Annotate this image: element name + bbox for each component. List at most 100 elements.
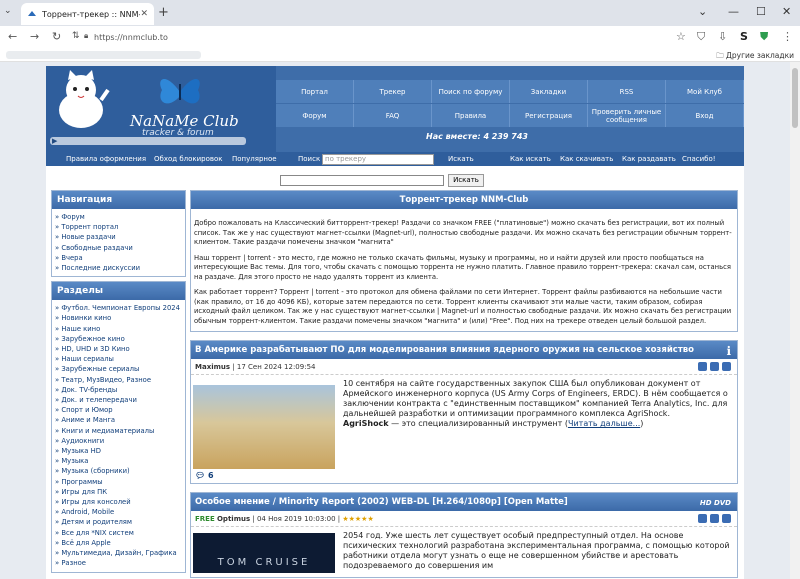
news-title[interactable]: В Америке разрабатывают ПО для моделиров…	[191, 341, 737, 359]
share-icon[interactable]	[698, 362, 707, 371]
section-link[interactable]: » Док. TV-бренды	[55, 385, 183, 395]
lock-icon[interactable]: 🔒︎	[84, 31, 88, 41]
section-link[interactable]: » Спорт и Юмор	[55, 405, 183, 415]
nav-my-club[interactable]: Мой Клуб	[666, 80, 744, 103]
browser-tab[interactable]: Торрент-трекер :: NNM-Club ✕	[21, 3, 154, 25]
nav-rules[interactable]: Правила	[432, 104, 510, 127]
new-tab-icon[interactable]: +	[158, 5, 169, 20]
news-body: 10 сентября на сайте государственных зак…	[191, 375, 737, 483]
shield-icon[interactable]: ⛉	[697, 30, 705, 44]
address-bar[interactable]: ⇅ 🔒︎ https://nnmclub.to	[68, 28, 718, 46]
tab-list-icon[interactable]: ⌄	[4, 6, 12, 16]
bookmarks-items[interactable]	[6, 51, 201, 59]
section-link[interactable]: » Аниме и Манга	[55, 415, 183, 425]
section-link[interactable]: » Аудиокниги	[55, 436, 183, 446]
menu-icon[interactable]: ⋮	[782, 30, 793, 43]
section-link[interactable]: » HD, UHD и 3D Кино	[55, 344, 183, 354]
reload-icon[interactable]: ↻	[52, 30, 61, 43]
section-link[interactable]: » Новинки кино	[55, 313, 183, 323]
close-tab-icon[interactable]: ✕	[140, 9, 148, 19]
news-author[interactable]: Optimus	[217, 515, 250, 523]
site-search-button[interactable]: Искать	[448, 174, 484, 187]
navigation-block: Навигация » Форум » Торрент портал » Нов…	[51, 190, 186, 278]
section-link[interactable]: » Наше кино	[55, 324, 183, 334]
section-link[interactable]: » Игры для ПК	[55, 487, 183, 497]
nav-link[interactable]: » Вчера	[55, 253, 183, 263]
menu-popular[interactable]: Популярное	[232, 155, 277, 163]
extension-shield-icon[interactable]: ⛊	[760, 30, 768, 44]
section-link[interactable]: » Док. и телепередачи	[55, 395, 183, 405]
extension-s-icon[interactable]: S	[740, 30, 748, 43]
nav-login[interactable]: Вход	[666, 104, 744, 127]
section-link[interactable]: » Детям и родителям	[55, 517, 183, 527]
section-link[interactable]: » Программы	[55, 477, 183, 487]
section-link[interactable]: » Игры для консолей	[55, 497, 183, 507]
nav-forum-search[interactable]: Поиск по форуму	[432, 80, 510, 103]
share-icon[interactable]	[722, 362, 731, 371]
section-link[interactable]: » Музыка	[55, 456, 183, 466]
section-link[interactable]: » Мультимедиа, Дизайн, Графика	[55, 548, 183, 558]
section-link[interactable]: » Зарубежное кино	[55, 334, 183, 344]
tracker-search-button[interactable]: Искать	[448, 155, 474, 163]
nav-bookmarks[interactable]: Закладки	[510, 80, 588, 103]
maximize-icon[interactable]: ☐	[756, 5, 766, 18]
site-info-icon[interactable]: ⇅	[72, 31, 80, 41]
nav-link[interactable]: » Торрент портал	[55, 222, 183, 232]
news-author[interactable]: Maximus	[195, 363, 230, 371]
share-icon[interactable]	[710, 514, 719, 523]
nav-portal[interactable]: Портал	[276, 80, 354, 103]
menu-how-to-seed[interactable]: Как раздавать	[622, 155, 676, 163]
logo[interactable]: NaNaMe Club tracker & forum ▶	[46, 66, 276, 152]
share-icon[interactable]	[722, 514, 731, 523]
section-link[interactable]: » Зарубежные сериалы	[55, 364, 183, 374]
menu-how-to-download[interactable]: Как скачивать	[560, 155, 613, 163]
read-more-link[interactable]: Читать дальше...	[568, 419, 640, 428]
nav-link[interactable]: » Последние дискуссии	[55, 263, 183, 273]
section-link[interactable]: » Разное	[55, 558, 183, 568]
close-window-icon[interactable]: ✕	[782, 5, 791, 18]
section-link[interactable]: » Наши сериалы	[55, 354, 183, 364]
nav-check-messages[interactable]: Проверить личные сообщения	[588, 104, 666, 127]
nav-tracker[interactable]: Трекер	[354, 80, 432, 103]
section-link[interactable]: » Книги и медиаматериалы	[55, 426, 183, 436]
play-icon[interactable]: ▶	[52, 137, 57, 145]
section-link[interactable]: » Футбол. Чемпионат Европы 2024	[55, 303, 183, 313]
share-icon[interactable]	[698, 514, 707, 523]
menu-thanks[interactable]: Спасибо!	[682, 155, 716, 163]
page-scrollbar[interactable]	[790, 62, 800, 579]
tracker-search-input[interactable]: по трекеру	[322, 154, 434, 165]
section-link[interactable]: » Всё для Apple	[55, 538, 183, 548]
download-icon[interactable]: ⇩	[718, 30, 727, 43]
site-favicon-icon	[28, 11, 36, 16]
browser-tabstrip: ⌄ Торрент-трекер :: NNM-Club ✕ + ⌄ — ☐ ✕	[0, 0, 800, 26]
site-search-input[interactable]	[280, 175, 444, 186]
section-link[interactable]: » Музыка HD	[55, 446, 183, 456]
menu-formatting-rules[interactable]: Правила оформления	[66, 155, 146, 163]
menu-bypass-blocks[interactable]: Обход блокировок	[154, 155, 223, 163]
section-link[interactable]: » Android, Mobile	[55, 507, 183, 517]
section-link[interactable]: » Музыка (сборники)	[55, 466, 183, 476]
menu-how-to-search[interactable]: Как искать	[510, 155, 551, 163]
tab-search-icon[interactable]: ⌄	[698, 5, 707, 18]
nav-link[interactable]: » Новые раздачи	[55, 232, 183, 242]
scrollbar-thumb[interactable]	[792, 68, 798, 128]
audio-player[interactable]	[50, 137, 246, 145]
nav-rss[interactable]: RSS	[588, 80, 666, 103]
info-icon[interactable]: ℹ	[726, 342, 731, 360]
forward-icon[interactable]: →	[30, 30, 39, 43]
intro-paragraph-1: Добро пожаловать на Классический битторр…	[194, 219, 732, 246]
section-link[interactable]: » Театр, МузВидео, Разное	[55, 375, 183, 385]
section-link[interactable]: » Все для *NIX систем	[55, 528, 183, 538]
nav-link[interactable]: » Форум	[55, 212, 183, 222]
nav-faq[interactable]: FAQ	[354, 104, 432, 127]
nav-link[interactable]: » Свободные раздачи	[55, 243, 183, 253]
menu-bar: Правила оформления Обход блокировок Попу…	[46, 152, 744, 166]
back-icon[interactable]: ←	[8, 30, 17, 43]
bookmark-star-icon[interactable]: ☆	[676, 30, 686, 43]
nav-register[interactable]: Регистрация	[510, 104, 588, 127]
comments-count[interactable]: 💬︎ 6	[195, 471, 214, 480]
share-icon[interactable]	[710, 362, 719, 371]
news-title[interactable]: Особое мнение / Minority Report (2002) W…	[191, 493, 737, 511]
minimize-icon[interactable]: —	[728, 5, 739, 18]
nav-forum[interactable]: Форум	[276, 104, 354, 127]
